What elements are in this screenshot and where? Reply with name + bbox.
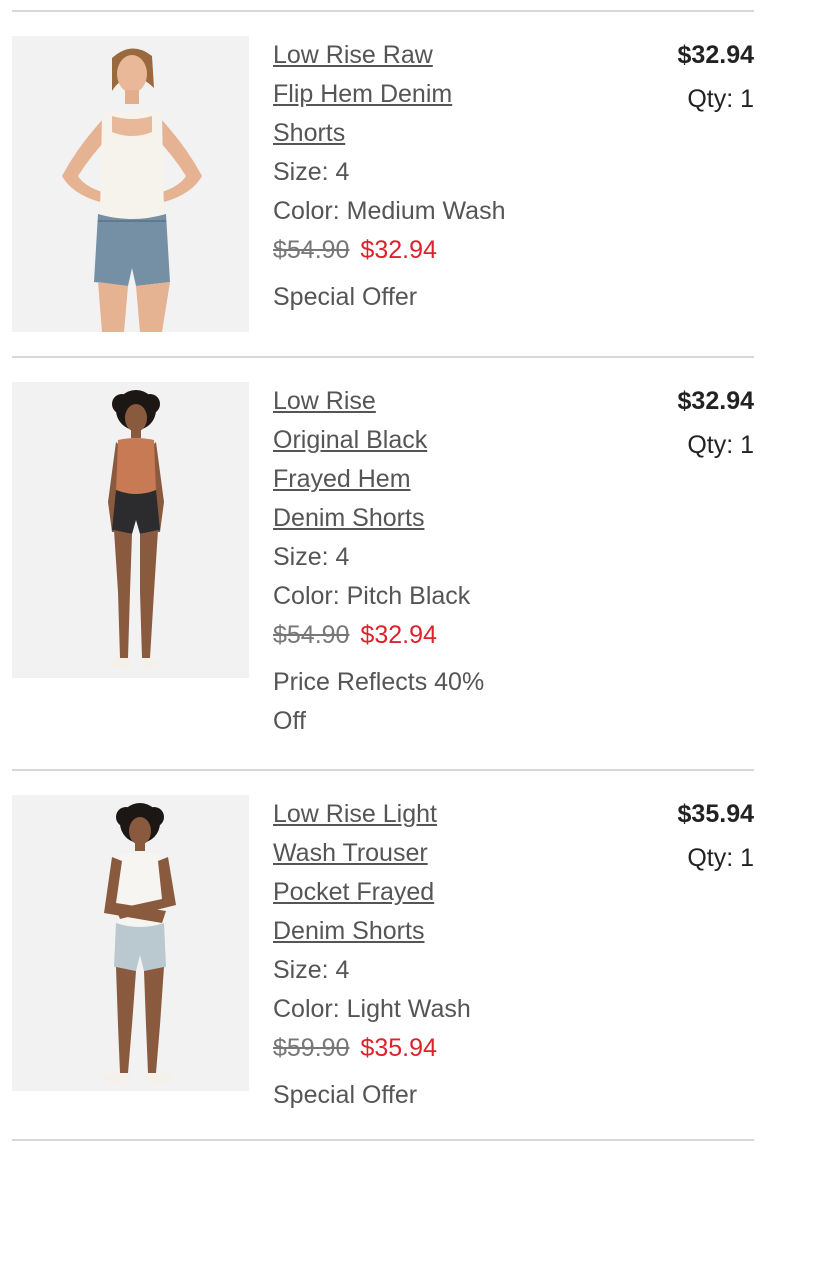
- item-size: Size: 4: [273, 543, 350, 571]
- item-summary: $32.94 Qty: 1: [678, 382, 754, 464]
- cart-item: Low Rise Raw Flip Hem Denim Shorts Size:…: [12, 12, 754, 356]
- item-qty: Qty: 1: [687, 431, 754, 459]
- product-image[interactable]: [12, 795, 249, 1091]
- item-details: Low Rise Original Black Frayed Hem Denim…: [273, 382, 533, 741]
- original-price: $54.90: [273, 236, 350, 264]
- offer-text: Special Offer: [273, 1081, 418, 1109]
- item-total: $35.94: [677, 800, 754, 828]
- item-color: Color: Medium Wash: [273, 197, 506, 225]
- original-price: $54.90: [273, 621, 350, 649]
- sale-price: $32.94: [360, 621, 437, 649]
- sale-price: $32.94: [360, 236, 437, 264]
- cart-items-list: Low Rise Raw Flip Hem Denim Shorts Size:…: [12, 10, 754, 1141]
- item-summary: $35.94 Qty: 1: [678, 795, 754, 877]
- sale-price: $35.94: [360, 1034, 437, 1062]
- divider: [12, 1139, 754, 1141]
- product-image[interactable]: [12, 382, 249, 678]
- item-size: Size: 4: [273, 158, 350, 186]
- model-white-tank-blue-shorts-icon: [62, 48, 202, 332]
- offer-text: Special Offer: [273, 283, 418, 311]
- product-name-link[interactable]: Low Rise Original Black Frayed Hem Denim…: [273, 382, 533, 538]
- item-size: Size: 4: [273, 956, 350, 984]
- item-prices: $59.90 $35.94: [273, 1029, 533, 1068]
- item-prices: $54.90 $32.94: [273, 616, 533, 655]
- product-name-link[interactable]: Low Rise Raw Flip Hem Denim Shorts: [273, 36, 533, 153]
- model-white-tank-light-shorts-icon: [102, 803, 176, 1083]
- item-details: Low Rise Light Wash Trouser Pocket Fraye…: [273, 795, 533, 1115]
- item-qty: Qty: 1: [687, 844, 754, 872]
- cart-item: Low Rise Light Wash Trouser Pocket Fraye…: [12, 771, 754, 1139]
- item-prices: $54.90 $32.94: [273, 231, 533, 270]
- product-image[interactable]: [12, 36, 249, 332]
- item-details: Low Rise Raw Flip Hem Denim Shorts Size:…: [273, 36, 533, 332]
- offer-text: Price Reflects 40% Off: [273, 668, 485, 735]
- item-summary: $32.94 Qty: 1: [678, 36, 754, 118]
- product-name-link[interactable]: Low Rise Light Wash Trouser Pocket Fraye…: [273, 795, 533, 951]
- model-orange-tank-black-shorts-icon: [108, 390, 164, 668]
- item-color: Color: Pitch Black: [273, 582, 471, 610]
- item-color: Color: Light Wash: [273, 995, 471, 1023]
- original-price: $59.90: [273, 1034, 350, 1062]
- cart-item: Low Rise Original Black Frayed Hem Denim…: [12, 358, 754, 769]
- item-qty: Qty: 1: [687, 85, 754, 113]
- item-total: $32.94: [677, 387, 754, 415]
- item-total: $32.94: [677, 41, 754, 69]
